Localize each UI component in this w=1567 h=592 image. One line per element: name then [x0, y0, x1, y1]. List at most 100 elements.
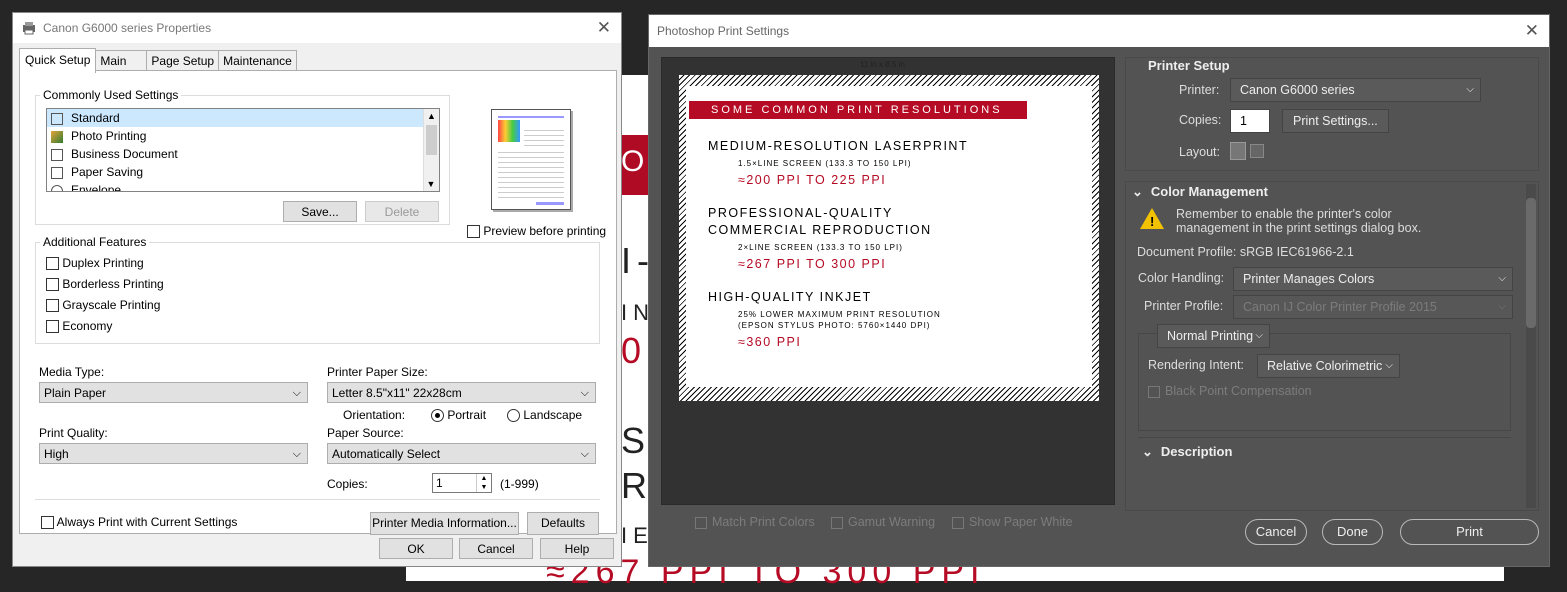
canon-properties-dialog: Canon G6000 series Properties ✕ Quick Se…: [12, 12, 622, 567]
preview-sheet[interactable]: SOME COMMON PRINT RESOLUTIONS MEDIUM-RES…: [679, 75, 1099, 401]
done-button[interactable]: Done: [1322, 519, 1383, 545]
scrollbar[interactable]: [1526, 184, 1536, 508]
color-management-panel: ⌄ Color Management ! Remember to enable t…: [1125, 181, 1539, 511]
preview-checkbox-row[interactable]: Preview before printing: [467, 224, 606, 239]
common-settings-list[interactable]: Standard Photo Printing Business Documen…: [46, 108, 440, 192]
dialog-title: Canon G6000 series Properties: [43, 21, 212, 35]
list-item[interactable]: Business Document: [47, 145, 439, 163]
portrait-radio[interactable]: Portrait: [431, 408, 486, 423]
match-print-colors-checkbox[interactable]: Match Print Colors: [695, 515, 815, 529]
landscape-layout-icon[interactable]: [1250, 144, 1264, 158]
group-title: Additional Features: [40, 235, 150, 249]
title-bar: Photoshop Print Settings: [649, 15, 1549, 47]
list-scrollbar[interactable]: ▲ ▼: [423, 109, 439, 191]
landscape-radio[interactable]: Landscape: [507, 408, 582, 423]
color-management-header[interactable]: ⌄ Color Management: [1132, 184, 1268, 200]
copies-label: Copies:: [1179, 113, 1222, 127]
paper-size-select[interactable]: Letter 8.5"x11" 22x28cm ⌵: [327, 382, 596, 403]
preview-checkbox[interactable]: [467, 225, 480, 239]
media-type-label: Media Type:: [39, 365, 105, 379]
printer-profile-select[interactable]: Canon IJ Color Printer Profile 2015 ⌵: [1233, 295, 1513, 319]
chevron-down-icon: ⌵: [1498, 301, 1506, 312]
show-paper-white-checkbox[interactable]: Show Paper White: [952, 515, 1073, 529]
preview-image: [498, 120, 520, 142]
description-header[interactable]: ⌄ Description: [1142, 444, 1232, 460]
defaults-button[interactable]: Defaults: [527, 512, 599, 535]
page-preview-thumbnail: [491, 109, 571, 210]
portrait-layout-icon[interactable]: [1230, 142, 1246, 160]
media-type-select[interactable]: Plain Paper ⌵: [39, 382, 308, 403]
color-handling-select[interactable]: Printer Manages Colors ⌵: [1233, 267, 1513, 291]
scroll-down-icon[interactable]: ▼: [424, 177, 438, 191]
list-item[interactable]: Paper Saving: [47, 163, 439, 181]
stepper-arrows-icon[interactable]: ▲ ▼: [476, 474, 491, 492]
borderless-checkbox-row[interactable]: Borderless Printing: [46, 277, 164, 292]
chevron-down-icon: ⌵: [1466, 84, 1474, 95]
printer-icon: [21, 21, 37, 35]
background-text: O: [621, 145, 651, 178]
print-quality-select[interactable]: High ⌵: [39, 443, 308, 464]
group-title: Commonly Used Settings: [40, 88, 182, 102]
photoshop-print-settings-dialog: Photoshop Print Settings ✕ 11 in x 8.5 i…: [648, 14, 1550, 567]
chevron-down-icon: ⌵: [1498, 273, 1506, 284]
printer-media-info-button[interactable]: Printer Media Information...: [370, 512, 519, 535]
divider: [35, 499, 600, 500]
preview-subtext: (EPSON STYLUS PHOTO: 5760×1440 DPI): [738, 321, 931, 330]
preview-heading: MEDIUM-RESOLUTION LASERPRINT: [708, 139, 969, 153]
preview-heading: COMMERCIAL REPRODUCTION: [708, 223, 932, 237]
chevron-down-icon: ⌄: [1132, 184, 1143, 199]
printer-select[interactable]: Canon G6000 series ⌵: [1230, 78, 1481, 102]
warning-text: Remember to enable the printer's color: [1176, 207, 1392, 221]
paper-size-label: Printer Paper Size:: [327, 365, 428, 379]
copies-label: Copies:: [327, 477, 368, 491]
scroll-up-icon[interactable]: ▲: [424, 109, 439, 123]
economy-checkbox-row[interactable]: Economy: [46, 319, 112, 334]
preview-subtext: 2×LINE SCREEN (133.3 TO 150 LPI): [738, 243, 903, 252]
chevron-down-icon: ⌵: [580, 448, 589, 460]
help-button[interactable]: Help: [540, 538, 614, 559]
printer-label: Printer:: [1179, 83, 1220, 97]
delete-button[interactable]: Delete: [365, 201, 439, 222]
copies-range: (1-999): [500, 477, 539, 491]
list-item[interactable]: Envelope: [47, 181, 439, 191]
print-button[interactable]: Print: [1400, 519, 1539, 545]
document-icon: [51, 112, 63, 125]
print-preview-area: 11 in x 8.5 in SOME COMMON PRINT RESOLUT…: [661, 57, 1115, 505]
paper-source-select[interactable]: Automatically Select ⌵: [327, 443, 596, 464]
rendering-options-box: Normal Printing ⌵ Rendering Intent: Relat…: [1138, 324, 1511, 431]
ok-button[interactable]: OK: [379, 538, 453, 559]
gamut-warning-checkbox[interactable]: Gamut Warning: [831, 515, 935, 529]
list-item[interactable]: Standard: [47, 109, 423, 127]
scroll-thumb[interactable]: [1526, 198, 1536, 328]
normal-printing-select[interactable]: Normal Printing ⌵: [1157, 324, 1270, 348]
preview-resolution: ≈267 PPI TO 300 PPI: [738, 257, 887, 271]
scroll-thumb[interactable]: [426, 125, 437, 155]
copies-stepper[interactable]: 1 ▲ ▼: [432, 473, 492, 493]
print-settings-button[interactable]: Print Settings...: [1282, 109, 1389, 133]
save-button[interactable]: Save...: [283, 201, 357, 222]
duplex-checkbox-row[interactable]: Duplex Printing: [46, 256, 144, 271]
copies-input[interactable]: 1: [1230, 109, 1270, 133]
layout-label: Layout:: [1179, 145, 1221, 159]
tab-quick-setup[interactable]: Quick Setup: [19, 48, 97, 73]
envelope-icon: [51, 184, 63, 191]
cancel-button[interactable]: Cancel: [1245, 519, 1307, 545]
list-item[interactable]: Photo Printing: [47, 127, 439, 145]
cancel-button[interactable]: Cancel: [459, 538, 533, 559]
close-icon[interactable]: ✕: [597, 18, 611, 38]
quick-setup-panel: Commonly Used Settings Standard Photo Pr…: [19, 70, 617, 535]
chevron-down-icon: ⌄: [1142, 444, 1153, 459]
preview-banner: SOME COMMON PRINT RESOLUTIONS: [689, 101, 1027, 119]
close-icon[interactable]: ✕: [1525, 21, 1539, 41]
chevron-down-icon: ⌵: [1255, 330, 1263, 341]
paper-source-label: Paper Source:: [327, 426, 404, 440]
document-profile: Document Profile: sRGB IEC61966-2.1: [1137, 245, 1354, 259]
always-print-checkbox-row[interactable]: Always Print with Current Settings: [41, 515, 237, 530]
additional-features-group: Additional Features Duplex Printing Bord…: [35, 235, 600, 344]
black-point-compensation-checkbox[interactable]: Black Point Compensation: [1148, 384, 1312, 398]
preview-subtext: 1.5×LINE SCREEN (133.3 TO 150 LPI): [738, 159, 912, 168]
rendering-intent-select[interactable]: Relative Colorimetric ⌵: [1257, 354, 1400, 378]
warning-text: management in the print settings dialog …: [1176, 221, 1422, 235]
grayscale-checkbox-row[interactable]: Grayscale Printing: [46, 298, 160, 313]
chevron-down-icon: ⌵: [292, 387, 301, 399]
